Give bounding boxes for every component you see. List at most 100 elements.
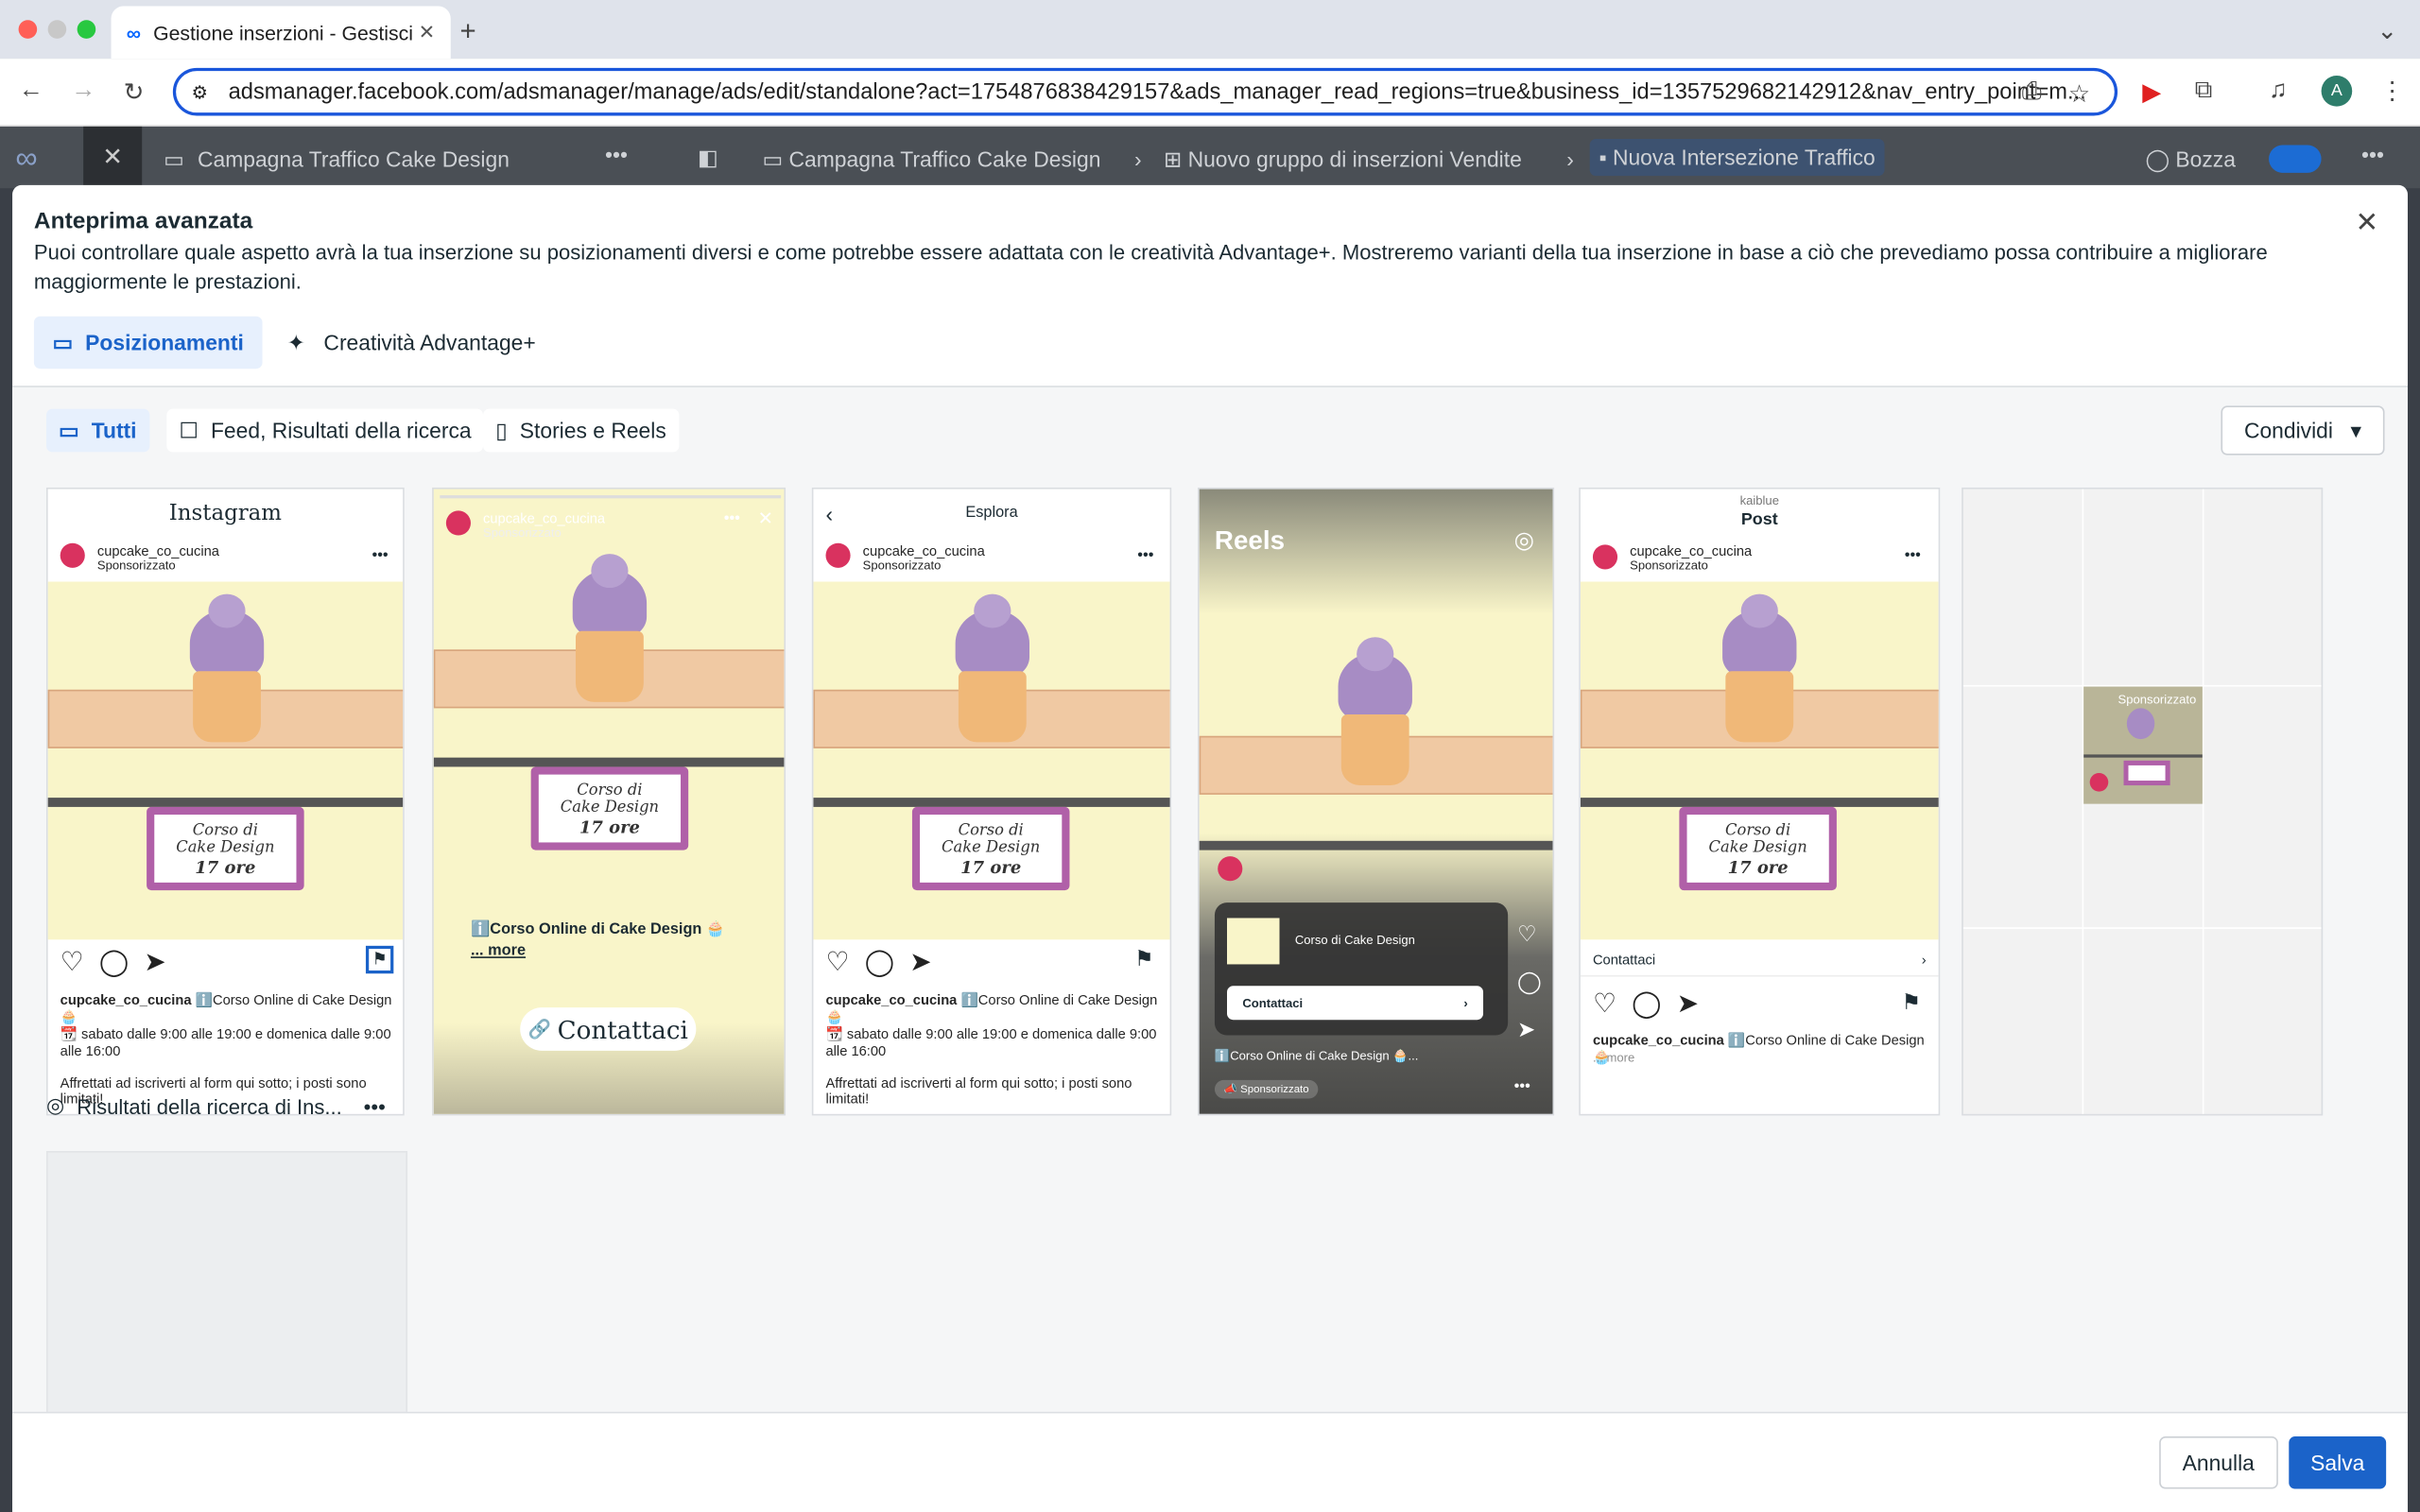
- more-link[interactable]: ... more: [1593, 1051, 1634, 1065]
- forward-icon[interactable]: →: [71, 77, 95, 105]
- account-name: cupcake_co_cucina: [483, 510, 606, 526]
- filter-all[interactable]: ▭ Tutti: [45, 408, 149, 453]
- send-icon[interactable]: ➤: [1677, 989, 1699, 1021]
- ad-caption: cupcake_co_cucina ℹ️Corso Online di Cake…: [60, 992, 394, 1026]
- instagram-icon: ◎: [45, 1093, 65, 1118]
- save-icon[interactable]: ⚑: [365, 945, 394, 974]
- story-progress: [440, 495, 782, 499]
- heart-icon[interactable]: ♡: [1517, 921, 1542, 948]
- minimize-window-button[interactable]: [47, 20, 67, 39]
- more-icon[interactable]: •••: [724, 510, 740, 527]
- avatar: [2089, 772, 2109, 792]
- save-button[interactable]: Salva: [2289, 1436, 2387, 1489]
- cta-thumbnail: [1226, 918, 1280, 965]
- more-icon[interactable]: •••: [1514, 1078, 1530, 1095]
- contact-sticker[interactable]: 🔗 Contattaci: [520, 1007, 697, 1051]
- avatar: [1592, 544, 1618, 570]
- breadcrumb-campaign[interactable]: ▭ Campagna Traffico Cake Design: [763, 146, 1101, 173]
- profile-avatar[interactable]: A: [2321, 76, 2353, 107]
- ad-toggle[interactable]: [2269, 145, 2322, 173]
- site-settings-icon[interactable]: ⚙: [191, 81, 208, 103]
- tab-list-chevron-icon[interactable]: ⌄: [2377, 15, 2397, 46]
- save-icon[interactable]: ⚑: [1134, 946, 1154, 972]
- filter-stories-label: Stories e Reels: [519, 418, 666, 443]
- comment-icon[interactable]: ◯: [1517, 969, 1542, 995]
- reels-sponsored-badge: 📣 Sponsorizzato: [1214, 1079, 1319, 1099]
- placements-row: Instagram cupcake_co_cucina Sponsorizzat…: [12, 475, 2408, 1139]
- more-icon[interactable]: •••: [1905, 548, 1921, 565]
- grid-ad-tile[interactable]: Sponsorizzato: [2083, 686, 2203, 804]
- campaign-name[interactable]: Campagna Traffico Cake Design: [198, 146, 510, 171]
- youtube-extension-icon[interactable]: ▶: [2142, 77, 2161, 109]
- heart-icon[interactable]: ♡: [1593, 989, 1616, 1021]
- preview-instagram-feed[interactable]: Instagram cupcake_co_cucina Sponsorizzat…: [45, 487, 405, 1116]
- comment-icon[interactable]: ◯: [1632, 989, 1661, 1021]
- modal-footer: Annulla Salva: [12, 1411, 2409, 1512]
- camera-icon[interactable]: ◎: [1514, 526, 1534, 554]
- filter-stories[interactable]: ▯ Stories e Reels: [483, 408, 679, 453]
- devices-icon: ▭: [59, 417, 79, 442]
- close-editor-icon[interactable]: ✕: [83, 126, 143, 189]
- cancel-label: Annulla: [2182, 1450, 2255, 1475]
- sponsored-label: Sponsorizzato: [483, 525, 562, 541]
- filter-all-label: Tutti: [91, 418, 137, 443]
- save-icon[interactable]: ⚑: [1901, 989, 1921, 1016]
- sign-line-3: 17 ore: [579, 816, 640, 837]
- close-tab-icon[interactable]: ✕: [419, 20, 436, 44]
- send-icon[interactable]: ➤: [144, 947, 165, 978]
- close-window-button[interactable]: [18, 20, 38, 39]
- phone-icon: ▯: [495, 417, 508, 442]
- ads-manager-app-bar: ∞ ✕ ▭ Campagna Traffico Cake Design ••• …: [0, 126, 2420, 189]
- contact-button[interactable]: Contattaci ›: [1226, 986, 1484, 1021]
- post-title: Post: [1740, 510, 1778, 530]
- heart-icon[interactable]: ♡: [60, 947, 84, 978]
- contact-link[interactable]: Contattaci ›: [1580, 943, 1939, 977]
- bookmark-star-icon[interactable]: ☆: [2068, 78, 2090, 110]
- chevron-right-icon: ›: [1463, 995, 1468, 1010]
- comment-icon[interactable]: ◯: [865, 947, 894, 978]
- back-icon[interactable]: ←: [19, 77, 43, 105]
- address-bar: ← → ↻ ⚙ adsmanager.facebook.com/adsmanag…: [0, 59, 2420, 127]
- section-more-icon[interactable]: •••: [364, 1094, 386, 1117]
- media-icon[interactable]: ♫: [2269, 77, 2288, 105]
- avatar: [445, 510, 471, 536]
- profile-username: kaiblue: [1739, 493, 1779, 508]
- story-more-link[interactable]: ... more: [471, 943, 526, 960]
- maximize-window-button[interactable]: [77, 20, 96, 39]
- share-button[interactable]: Condividi ▾: [2221, 405, 2385, 455]
- url-input[interactable]: ⚙ adsmanager.facebook.com/adsmanager/man…: [172, 67, 2118, 116]
- preview-instagram-explore[interactable]: ‹ Esplora cupcake_co_cucina Sponsorizzat…: [811, 487, 1172, 1116]
- more-icon[interactable]: •••: [372, 548, 388, 565]
- more-options-icon[interactable]: •••: [605, 142, 628, 166]
- tab-placements[interactable]: ▭ Posizionamenti: [33, 316, 263, 369]
- preview-instagram-profile-feed[interactable]: kaiblue Post cupcake_co_cucina Sponsoriz…: [1579, 487, 1941, 1116]
- browser-tab[interactable]: ∞ Gestione inserzioni - Gestisci ✕: [111, 6, 451, 60]
- app-more-icon[interactable]: •••: [2361, 142, 2384, 166]
- cancel-button[interactable]: Annulla: [2159, 1436, 2278, 1489]
- breadcrumb-ad[interactable]: ▪ Nuova Intersezione Traffico: [1589, 138, 1885, 177]
- install-icon[interactable]: ⎙: [2022, 78, 2042, 106]
- send-icon[interactable]: ➤: [909, 947, 931, 978]
- heart-icon[interactable]: ♡: [825, 947, 849, 978]
- reload-icon[interactable]: ↻: [124, 77, 145, 109]
- preview-instagram-stories[interactable]: cupcake_co_cucina Sponsorizzato ••• ✕ Co…: [432, 487, 786, 1116]
- close-modal-icon[interactable]: ✕: [2356, 207, 2379, 239]
- sign-line-2: Cake Design: [942, 838, 1041, 856]
- search-results-preview[interactable]: [45, 1150, 408, 1414]
- tab-placements-label: Posizionamenti: [85, 330, 244, 355]
- comment-icon[interactable]: ◯: [99, 947, 129, 978]
- new-tab-icon[interactable]: +: [460, 15, 476, 47]
- preview-instagram-reels[interactable]: Reels ◎ Corso di Cake Design Contattaci ›…: [1197, 487, 1555, 1116]
- send-icon[interactable]: ➤: [1517, 1017, 1542, 1043]
- ad-caption: cupcake_co_cucina ℹ️Corso Online di Cake…: [1593, 1032, 1932, 1066]
- more-icon[interactable]: •••: [1137, 548, 1153, 565]
- browser-menu-icon[interactable]: ⋮: [2380, 76, 2405, 107]
- cupcake-image: [1713, 593, 1806, 748]
- filter-feed[interactable]: ☐ Feed, Risultati della ricerca: [166, 408, 484, 453]
- extensions-icon[interactable]: ⧉: [2195, 77, 2213, 105]
- tab-advantage-creative[interactable]: ✦ Creatività Advantage+: [278, 317, 545, 369]
- close-story-icon[interactable]: ✕: [758, 507, 773, 529]
- breadcrumb-adset[interactable]: ⊞ Nuovo gruppo di inserzioni Vendite: [1164, 146, 1522, 173]
- sidebar-toggle-icon[interactable]: ◧: [698, 145, 718, 171]
- preview-explore-grid[interactable]: Sponsorizzato: [1962, 487, 2324, 1116]
